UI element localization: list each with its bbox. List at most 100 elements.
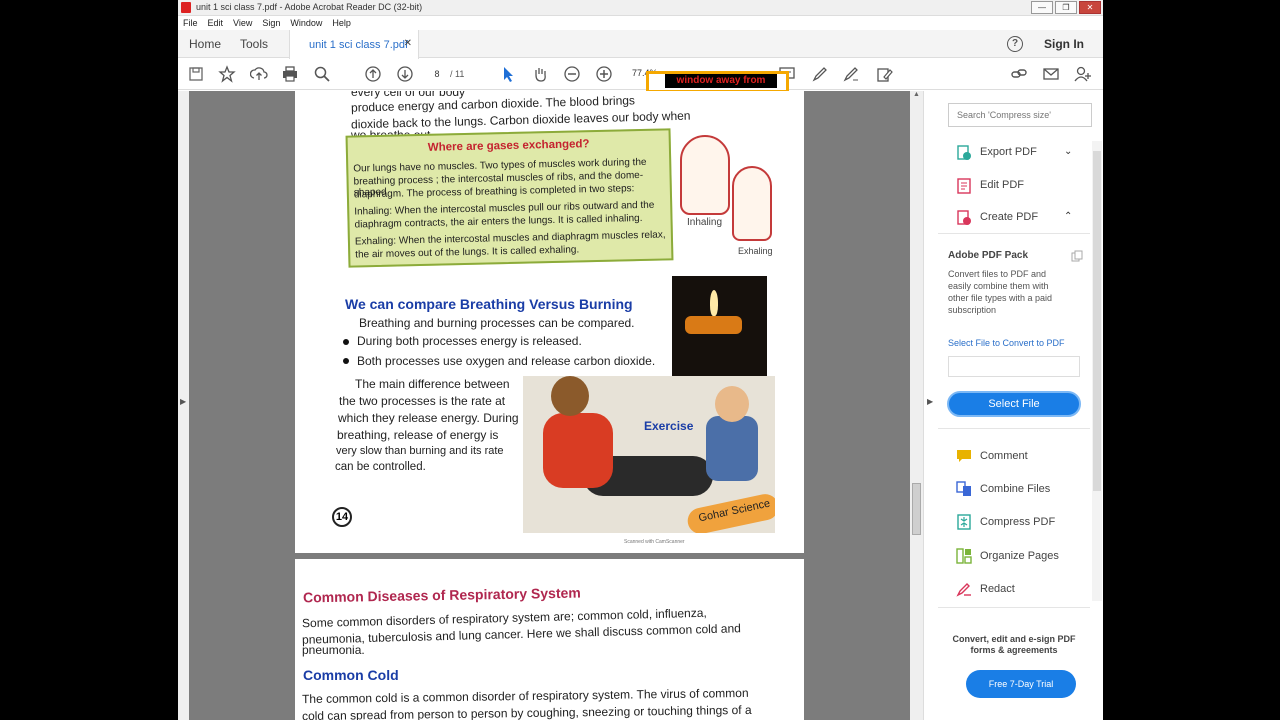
tabs-bar: Home Tools unit 1 sci class 7.pdf ✕ ? Si…	[178, 30, 1103, 59]
document-scrollbar[interactable]: ▲	[910, 91, 923, 720]
email-icon[interactable]	[1042, 65, 1060, 83]
para-line: the two processes is the rate at	[339, 394, 506, 408]
scrollbar-thumb[interactable]	[912, 483, 921, 535]
page-number-circle: 14	[332, 507, 352, 527]
collapse-panel-icon[interactable]: ▶	[927, 397, 933, 406]
organize-pages-icon	[956, 548, 972, 564]
share-link-icon[interactable]	[1010, 65, 1028, 83]
hand-tool-icon[interactable]	[531, 65, 549, 83]
window-title: unit 1 sci class 7.pdf - Adobe Acrobat R…	[196, 2, 423, 12]
tab-home[interactable]: Home	[189, 37, 221, 51]
title-bar: unit 1 sci class 7.pdf - Adobe Acrobat R…	[178, 0, 1103, 16]
tool-label: Export PDF	[980, 146, 1037, 158]
sign-icon[interactable]	[842, 65, 860, 83]
tab-document[interactable]: unit 1 sci class 7.pdf ✕	[289, 30, 419, 59]
free-trial-button[interactable]: Free 7-Day Trial	[966, 670, 1076, 698]
minimize-button[interactable]: —	[1031, 1, 1053, 14]
tool-label: Comment	[980, 450, 1028, 462]
select-file-link[interactable]: Select File to Convert to PDF	[948, 338, 1065, 348]
bookmark-star-icon[interactable]	[218, 65, 236, 83]
page2-text-line: cold can spread from person to person by…	[301, 702, 752, 720]
child-figure	[543, 413, 613, 488]
diseases-heading: Common Diseases of Respiratory System	[302, 584, 581, 606]
save-icon[interactable]	[187, 65, 205, 83]
para-line: very slow than burning and its rate	[336, 445, 504, 457]
inhaling-label: Inhaling	[687, 217, 723, 228]
menu-help[interactable]: Help	[332, 16, 351, 30]
zoom-out-icon[interactable]	[563, 65, 581, 83]
help-icon[interactable]: ?	[1007, 36, 1023, 52]
chevron-up-icon[interactable]: ⌃	[1064, 211, 1072, 222]
menu-window[interactable]: Window	[290, 16, 322, 30]
maximize-button[interactable]: ❐	[1055, 1, 1077, 14]
pdf-pack-box: Adobe PDF Pack Convert files to PDF and …	[938, 233, 1090, 429]
expand-left-panel-icon[interactable]: ▶	[180, 397, 186, 406]
pdf-page-9: Common Diseases of Respiratory System So…	[295, 559, 804, 720]
create-pdf-icon	[957, 210, 971, 225]
intro-text: Breathing and burning processes can be c…	[359, 316, 635, 330]
para-line: The main difference between	[355, 377, 510, 391]
exhaling-label: Exhaling	[738, 246, 773, 256]
select-cursor-icon[interactable]	[499, 65, 517, 83]
left-panel-collapsed[interactable]: ▶	[178, 91, 189, 720]
add-user-icon[interactable]	[1074, 65, 1092, 83]
highlight-pen-icon[interactable]	[811, 65, 829, 83]
zoom-in-icon[interactable]	[595, 65, 613, 83]
chevron-down-icon[interactable]: ⌄	[1064, 146, 1072, 157]
file-drop-field[interactable]	[948, 356, 1080, 377]
print-icon[interactable]	[281, 65, 299, 83]
tab-tools[interactable]: Tools	[240, 37, 268, 51]
previous-page-icon[interactable]	[364, 65, 382, 83]
cloud-upload-icon[interactable]	[250, 65, 268, 83]
menu-file[interactable]: File	[183, 16, 198, 30]
candle-photo	[672, 276, 767, 378]
child-figure	[706, 416, 758, 481]
fill-sign-icon[interactable]	[875, 65, 893, 83]
sign-in-button[interactable]: Sign In	[1044, 37, 1084, 51]
tools-scrollbar-thumb[interactable]	[1093, 151, 1101, 491]
para-line: breathing, release of energy is	[337, 428, 499, 442]
gas-exchange-title: Where are gases exchanged?	[427, 138, 590, 154]
scanner-footer: Scanned with CamScanner	[624, 539, 685, 545]
tool-label: Combine Files	[980, 483, 1051, 495]
menu-edit[interactable]: Edit	[208, 16, 224, 30]
candle-body-shape	[685, 316, 742, 334]
select-file-button[interactable]: Select File	[947, 391, 1081, 417]
common-cold-heading: Common Cold	[303, 667, 399, 683]
bullet-text: Both processes use oxygen and release ca…	[357, 354, 656, 368]
comment-icon	[957, 450, 971, 462]
promo-text: Convert, edit and e-sign PDF forms & agr…	[952, 634, 1076, 655]
overlay-banner-text: window away from	[665, 74, 777, 88]
scroll-up-icon[interactable]: ▲	[913, 91, 920, 98]
pdf-pack-title: Adobe PDF Pack	[948, 250, 1029, 261]
inhaling-lungs-diagram	[680, 135, 730, 215]
exercise-label: Exercise	[644, 419, 694, 433]
document-viewer[interactable]: ▶ every cell of our body produce energy …	[178, 91, 923, 720]
close-window-button[interactable]: ✕	[1079, 1, 1101, 14]
tools-panel-scrollbar[interactable]	[1092, 141, 1102, 601]
box-text-line: Exhaling: When the intercostal muscles a…	[354, 229, 666, 248]
main-toolbar: 8 / 11 77.4% window away from	[178, 59, 1103, 93]
page-number-input[interactable]: 8	[428, 67, 446, 81]
gas-exchange-box: Where are gases exchanged? Our lungs hav…	[345, 128, 674, 268]
menu-sign[interactable]: Sign	[262, 16, 280, 30]
copy-icon	[1071, 250, 1083, 262]
right-tools-panel: ▶ Export PDF ⌄ Edit PDF Create PDF ⌃ Ado…	[923, 91, 1103, 720]
page2-text-line: pneumonia.	[302, 643, 365, 657]
zoom-search-icon[interactable]	[313, 65, 331, 83]
tools-search-input[interactable]	[948, 103, 1092, 127]
bullet-dot	[343, 358, 349, 364]
tool-label: Organize Pages	[980, 550, 1059, 562]
edit-pdf-icon	[957, 178, 971, 194]
close-tab-icon[interactable]: ✕	[404, 38, 412, 49]
acrobat-window: unit 1 sci class 7.pdf - Adobe Acrobat R…	[178, 0, 1103, 720]
section-heading: We can compare Breathing Versus Burning	[345, 296, 633, 312]
export-pdf-icon	[957, 145, 971, 160]
exercise-photo: Exercise Gohar Science	[523, 376, 775, 533]
redact-icon	[956, 583, 971, 597]
compress-pdf-icon	[957, 514, 971, 530]
box-text-line: the air moves out of the lungs. It is ca…	[355, 244, 580, 261]
next-page-icon[interactable]	[396, 65, 414, 83]
menu-view[interactable]: View	[233, 16, 252, 30]
acrobat-logo-icon	[181, 2, 191, 13]
